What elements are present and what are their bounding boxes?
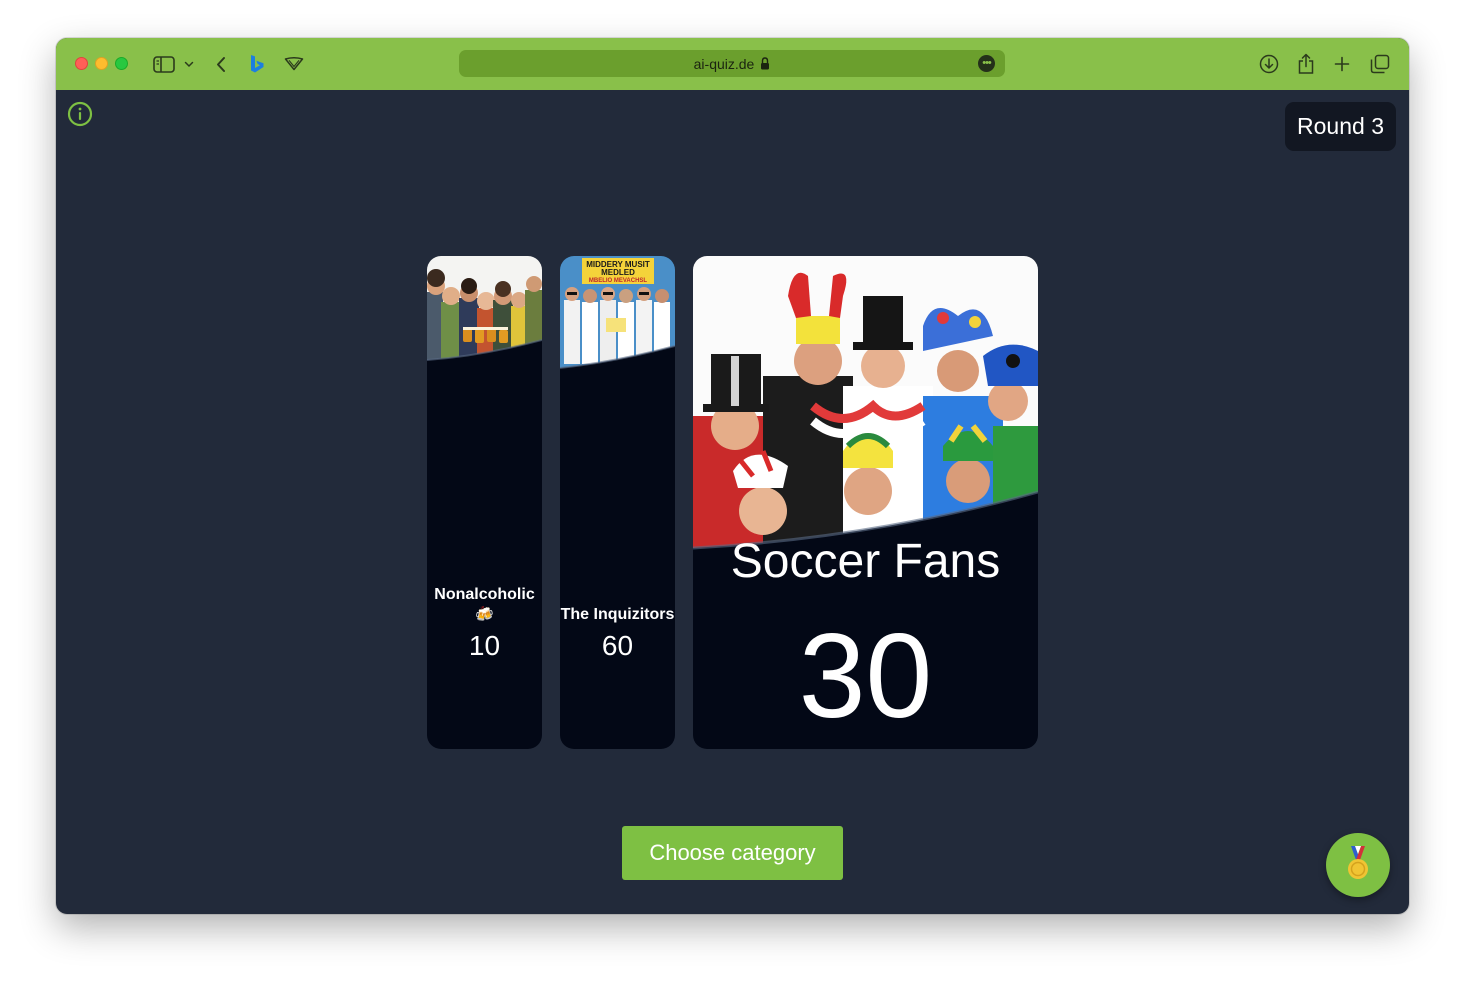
team-name: Soccer Fans: [730, 535, 1001, 588]
download-icon[interactable]: [1257, 51, 1281, 77]
team-score: 30: [798, 609, 933, 743]
shield-icon[interactable]: [283, 51, 305, 77]
chevron-left-icon[interactable]: [213, 51, 229, 77]
poster-line-3: MBELIO MEVACHSL: [589, 278, 648, 284]
minimize-window-button[interactable]: [95, 57, 108, 70]
team-name: Nonalcoholic: [434, 586, 535, 603]
chevron-down-icon[interactable]: [183, 51, 195, 77]
sidebar-icon[interactable]: [152, 51, 176, 77]
team-score: 60: [601, 630, 634, 661]
bing-icon[interactable]: [248, 51, 266, 77]
close-window-button[interactable]: [75, 57, 88, 70]
lock-icon: [760, 57, 770, 70]
plus-icon[interactable]: [1332, 51, 1352, 77]
leaderboard-button[interactable]: [1326, 833, 1390, 897]
team-emoji: 🍻: [475, 606, 494, 623]
round-badge: Round 3: [1285, 102, 1396, 151]
quiz-page: Round 3 Nonalcoholic 🍻 10 MIDDERY MUSIT …: [56, 90, 1409, 914]
url-text: ai-quiz.de: [693, 55, 755, 72]
browser-toolbar: ai-quiz.de •••: [56, 38, 1409, 90]
address-bar[interactable]: ai-quiz.de •••: [459, 50, 1005, 77]
browser-window: ai-quiz.de ••• Round 3 Nonalcoholic 🍻 10…: [56, 38, 1409, 914]
share-icon[interactable]: [1295, 51, 1317, 77]
round-label: Round 3: [1297, 113, 1384, 139]
team-card-inquizitors[interactable]: MIDDERY MUSIT MEDLED MBELIO MEVACHSL The…: [560, 256, 675, 749]
tab-overview-icon[interactable]: [1369, 51, 1391, 77]
team-image-soccer-fans: [693, 256, 1038, 556]
team-image-inquizitors: MIDDERY MUSIT MEDLED MBELIO MEVACHSL: [560, 256, 675, 374]
medal-icon: [1345, 845, 1371, 886]
zoom-window-button[interactable]: [115, 57, 128, 70]
team-name: The Inquizitors: [560, 606, 675, 623]
info-circle-icon[interactable]: [67, 101, 93, 127]
team-score: 10: [468, 630, 501, 661]
team-card-nonalcoholic[interactable]: Nonalcoholic 🍻 10: [427, 256, 542, 749]
team-card-soccer-fans[interactable]: Soccer Fans 30: [693, 256, 1038, 749]
poster-line-2: MEDLED: [601, 268, 635, 277]
page-menu-icon[interactable]: •••: [978, 55, 995, 72]
choose-category-button[interactable]: Choose category: [622, 826, 843, 880]
team-image-nonalcoholic: [427, 256, 542, 374]
